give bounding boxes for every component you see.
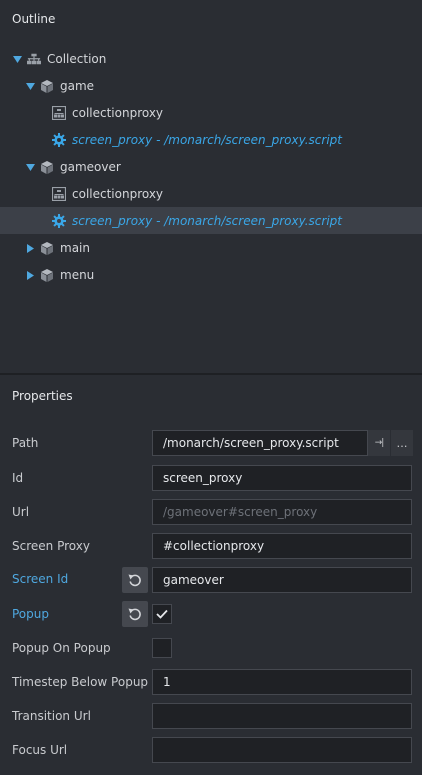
collection-proxy-icon bbox=[52, 106, 66, 120]
checkmark-icon bbox=[156, 609, 168, 619]
game-object-icon bbox=[40, 79, 54, 93]
focus-url-label: Focus Url bbox=[12, 743, 68, 757]
outline-panel: Outline Collection game collectionproxy … bbox=[0, 0, 422, 373]
path-field[interactable]: /monarch/screen_proxy.script bbox=[152, 430, 368, 456]
tree-item-game[interactable]: game bbox=[0, 73, 422, 99]
collection-proxy-icon bbox=[52, 187, 66, 201]
timestep-below-popup-label: Timestep Below Popup bbox=[12, 675, 149, 689]
script-gear-icon bbox=[52, 213, 66, 228]
popup-checkbox[interactable] bbox=[152, 604, 172, 624]
game-object-icon bbox=[40, 268, 54, 282]
tree-item-menu[interactable]: menu bbox=[0, 262, 422, 288]
popup-on-popup-label: Popup On Popup bbox=[12, 641, 111, 655]
tree-item-collection[interactable]: Collection bbox=[0, 46, 422, 72]
tree-item-screen-proxy-script[interactable]: screen_proxy - /monarch/screen_proxy.scr… bbox=[0, 127, 422, 153]
browse-button[interactable]: … bbox=[391, 430, 413, 456]
collection-icon bbox=[27, 52, 41, 66]
reset-popup-button[interactable] bbox=[122, 601, 148, 627]
script-gear-icon bbox=[52, 133, 66, 147]
properties-panel: Properties Path /monarch/screen_proxy.sc… bbox=[0, 375, 422, 775]
timestep-below-popup-field[interactable]: 1 bbox=[152, 669, 412, 695]
tree-item-collectionproxy[interactable]: collectionproxy bbox=[0, 100, 422, 126]
tree-item-main[interactable]: main bbox=[0, 235, 422, 261]
transition-url-label: Transition Url bbox=[12, 709, 91, 723]
id-field[interactable]: screen_proxy bbox=[152, 465, 412, 491]
tree-item-label: game bbox=[60, 79, 95, 93]
url-label: Url bbox=[12, 505, 30, 519]
tree-item-label: collectionproxy bbox=[72, 187, 164, 201]
tree-item-gameover[interactable]: gameover bbox=[0, 154, 422, 180]
tree-item-screen-proxy-script-selected[interactable]: screen_proxy - /monarch/screen_proxy.scr… bbox=[0, 207, 422, 234]
goto-arrow-icon: →| bbox=[374, 438, 385, 448]
expand-arrow-icon[interactable] bbox=[25, 81, 35, 91]
screen-proxy-label: Screen Proxy bbox=[12, 539, 90, 553]
screen-proxy-field[interactable]: #collectionproxy bbox=[152, 533, 412, 559]
tree-item-label: screen_proxy - /monarch/screen_proxy.scr… bbox=[72, 213, 342, 228]
game-object-icon bbox=[40, 160, 54, 174]
tree-item-label: main bbox=[60, 241, 90, 255]
game-object-icon bbox=[40, 241, 54, 255]
transition-url-field[interactable] bbox=[152, 703, 412, 729]
expand-arrow-icon[interactable] bbox=[12, 54, 22, 64]
expand-arrow-icon[interactable] bbox=[25, 162, 35, 172]
properties-title: Properties bbox=[12, 389, 73, 403]
goto-resource-button[interactable]: →| bbox=[368, 430, 390, 456]
url-field: /gameover#screen_proxy bbox=[152, 499, 412, 525]
screen-id-field[interactable]: gameover bbox=[152, 567, 412, 593]
screen-id-label: Screen Id bbox=[12, 572, 69, 586]
path-label: Path bbox=[12, 436, 39, 450]
tree-item-collectionproxy[interactable]: collectionproxy bbox=[0, 181, 422, 207]
id-label: Id bbox=[12, 471, 24, 485]
ellipsis-icon: … bbox=[396, 436, 408, 450]
tree-item-label: screen_proxy - /monarch/screen_proxy.scr… bbox=[72, 133, 342, 147]
reset-icon bbox=[128, 574, 141, 587]
outline-title: Outline bbox=[12, 12, 56, 26]
reset-screen-id-button[interactable] bbox=[122, 567, 148, 593]
popup-on-popup-checkbox[interactable] bbox=[152, 638, 172, 658]
tree-item-label: gameover bbox=[60, 160, 121, 174]
collapse-arrow-icon[interactable] bbox=[25, 270, 35, 280]
reset-icon bbox=[128, 608, 141, 621]
popup-label: Popup bbox=[12, 607, 49, 621]
collapse-arrow-icon[interactable] bbox=[25, 243, 35, 253]
tree-item-label: Collection bbox=[47, 52, 107, 66]
tree-item-label: menu bbox=[60, 268, 95, 282]
tree-item-label: collectionproxy bbox=[72, 106, 164, 120]
focus-url-field[interactable] bbox=[152, 737, 412, 763]
